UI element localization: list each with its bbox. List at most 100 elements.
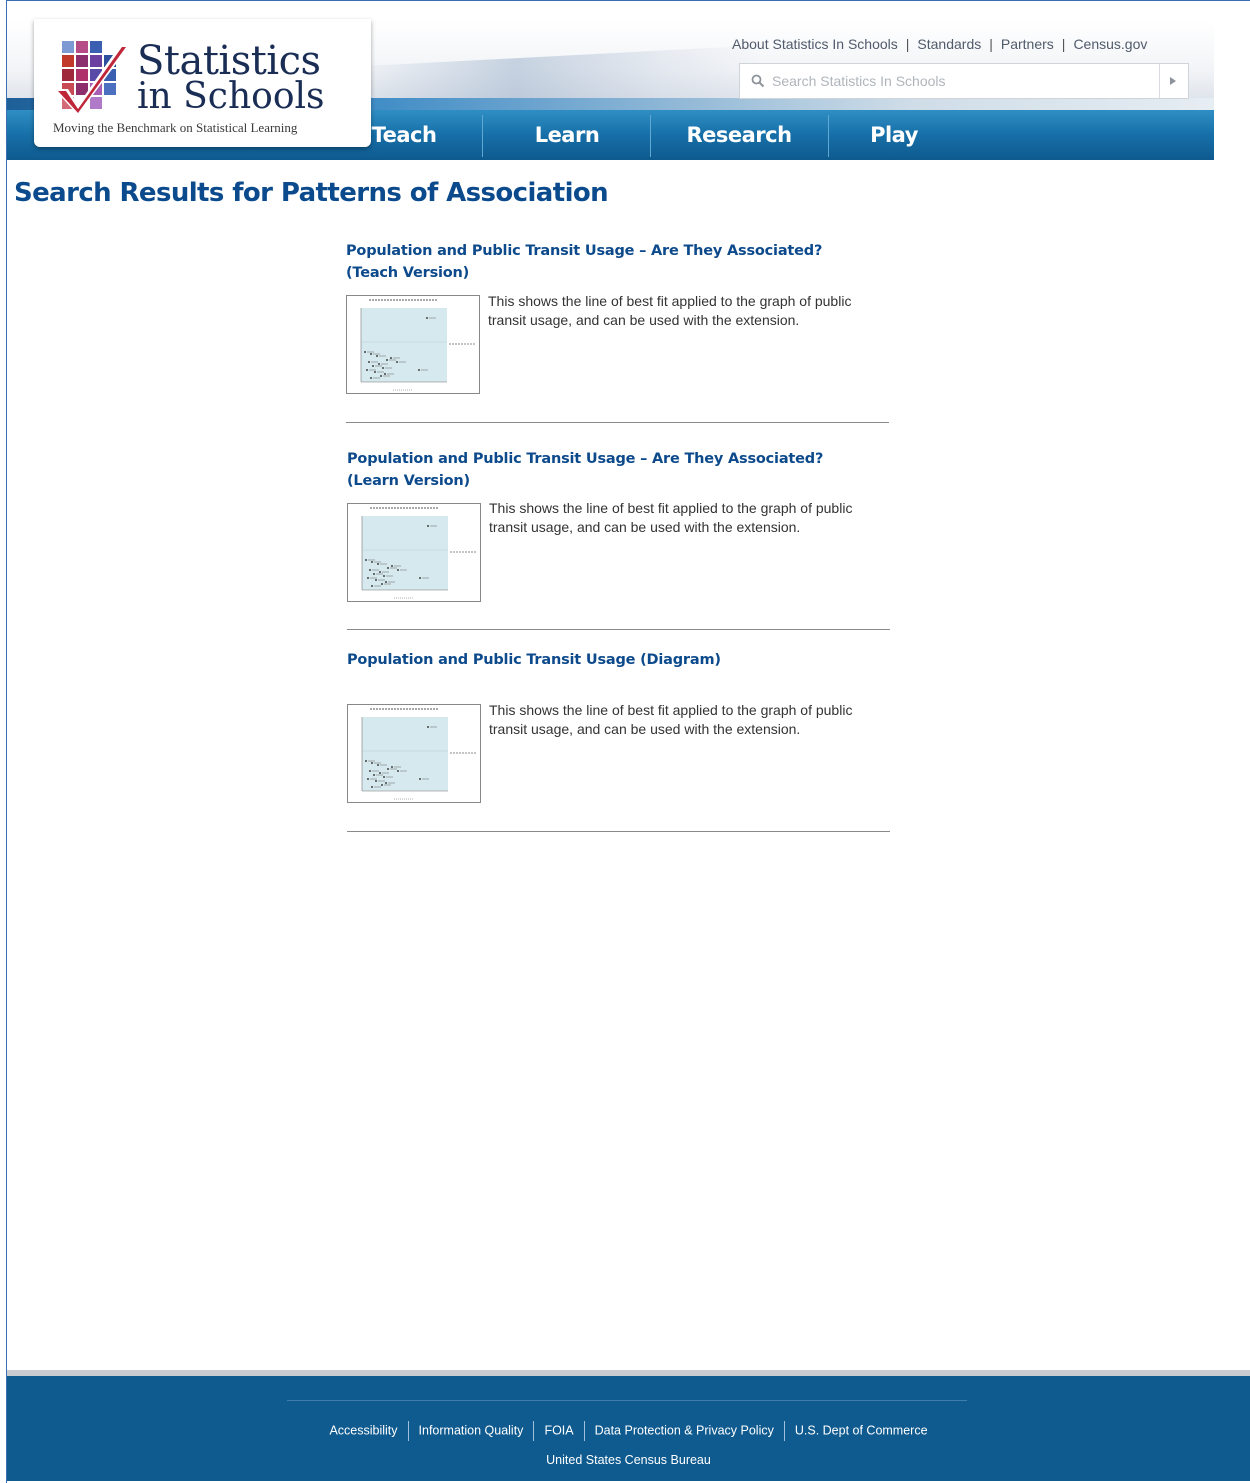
logo-title-line2: in Schools xyxy=(137,76,325,117)
preview-point xyxy=(387,768,389,770)
preview-point xyxy=(371,786,373,788)
result-divider xyxy=(347,831,890,832)
result-thumbnail[interactable] xyxy=(346,295,480,394)
preview-point xyxy=(427,525,429,527)
result-divider xyxy=(347,629,890,630)
result-divider xyxy=(346,422,889,423)
preview-plot-area xyxy=(362,516,448,590)
preview-plot-area xyxy=(362,717,448,791)
nav-research[interactable]: Research xyxy=(651,110,827,160)
preview-point xyxy=(365,760,367,762)
footer-divider xyxy=(287,1400,967,1401)
preview-point xyxy=(371,585,373,587)
result-thumbnail[interactable] xyxy=(347,503,481,602)
footer-link-separator xyxy=(783,1421,785,1441)
preview-plot-area xyxy=(361,308,447,382)
preview-point xyxy=(391,565,393,567)
link-separator: | xyxy=(905,36,910,52)
footer-link-separator xyxy=(583,1421,585,1441)
preview-point xyxy=(371,762,373,764)
preview-point xyxy=(391,766,393,768)
preview-point xyxy=(383,776,385,778)
preview-point xyxy=(375,780,377,782)
result-thumbnail[interactable] xyxy=(347,704,481,803)
site-logo[interactable]: Statistics in Schools Moving the Benchma… xyxy=(34,19,371,147)
page-title: Search Results for Patterns of Associati… xyxy=(14,178,609,208)
preview-point xyxy=(381,583,383,585)
preview-point xyxy=(419,778,421,780)
preview-point xyxy=(419,577,421,579)
chart-preview-image xyxy=(361,507,476,599)
footer-census-bureau: United States Census Bureau xyxy=(546,1453,711,1467)
link-partners[interactable]: Partners xyxy=(1001,36,1054,52)
preview-point xyxy=(371,561,373,563)
preview-point xyxy=(379,772,381,774)
search-icon xyxy=(751,74,765,88)
preview-point xyxy=(367,577,369,579)
preview-point xyxy=(384,373,386,375)
footer-link-dept-of-commerce[interactable]: U.S. Dept of Commerce xyxy=(795,1423,928,1437)
search-input[interactable] xyxy=(772,64,1152,98)
result-description: This shows the line of best fit applied … xyxy=(489,702,853,737)
preview-point xyxy=(427,726,429,728)
chart-preview-image xyxy=(361,708,476,800)
preview-point xyxy=(385,581,387,583)
search-result: Population and Public Transit Usage – Ar… xyxy=(347,448,891,630)
preview-point xyxy=(373,573,375,575)
site-footer: Accessibility Information Quality FOIA Data… xyxy=(7,1376,1250,1481)
preview-point xyxy=(397,770,399,772)
link-separator: | xyxy=(1061,36,1066,52)
preview-point xyxy=(378,363,380,365)
preview-point xyxy=(370,353,372,355)
footer-link-accessibility[interactable]: Accessibility xyxy=(329,1423,397,1437)
site-header: Teach Learn Research Play Statistics in … xyxy=(7,1,1214,160)
search-result: Population and Public Transit Usage (Dia… xyxy=(347,649,891,832)
preview-point xyxy=(374,371,376,373)
arrow-right-icon xyxy=(1170,77,1176,85)
preview-point xyxy=(396,361,398,363)
preview-point xyxy=(377,563,379,565)
preview-point xyxy=(372,365,374,367)
preview-point xyxy=(369,770,371,772)
nav-play[interactable]: Play xyxy=(829,110,959,160)
link-standards[interactable]: Standards xyxy=(917,36,981,52)
footer-link-foia[interactable]: FOIA xyxy=(544,1423,573,1437)
chart-preview-image xyxy=(360,299,475,391)
logo-mark-icon xyxy=(54,41,130,115)
footer-link-information-quality[interactable]: Information Quality xyxy=(419,1423,524,1437)
footer-links: Accessibility Information Quality FOIA Data… xyxy=(7,1421,1250,1441)
search-result: Population and Public Transit Usage – Ar… xyxy=(346,240,890,423)
link-about[interactable]: About Statistics In Schools xyxy=(732,36,898,52)
search-submit-button[interactable] xyxy=(1159,64,1188,98)
preview-point xyxy=(386,359,388,361)
result-description: This shows the line of best fit applied … xyxy=(489,500,853,535)
preview-point xyxy=(373,774,375,776)
footer-link-separator xyxy=(533,1421,535,1441)
preview-point xyxy=(370,377,372,379)
footer-link-separator xyxy=(407,1421,409,1441)
preview-point xyxy=(367,778,369,780)
result-description: This shows the line of best fit applied … xyxy=(488,293,852,328)
preview-point xyxy=(383,575,385,577)
preview-point xyxy=(366,369,368,371)
preview-point xyxy=(387,567,389,569)
preview-point xyxy=(375,579,377,581)
preview-point xyxy=(418,369,420,371)
preview-point xyxy=(382,367,384,369)
preview-point xyxy=(365,559,367,561)
preview-point xyxy=(377,764,379,766)
preview-point xyxy=(381,784,383,786)
footer-link-privacy-policy[interactable]: Data Protection & Privacy Policy xyxy=(595,1423,774,1437)
result-title-link[interactable]: Population and Public Transit Usage – Ar… xyxy=(346,240,846,284)
preview-point xyxy=(390,357,392,359)
search-box xyxy=(739,63,1189,99)
logo-tagline: Moving the Benchmark on Statistical Lear… xyxy=(53,120,298,135)
result-title-link[interactable]: Population and Public Transit Usage (Dia… xyxy=(347,649,847,671)
preview-point xyxy=(368,361,370,363)
nav-learn[interactable]: Learn xyxy=(483,110,651,160)
link-census-gov[interactable]: Census.gov xyxy=(1073,36,1147,52)
preview-point xyxy=(380,375,382,377)
result-title-link[interactable]: Population and Public Transit Usage – Ar… xyxy=(347,448,847,492)
preview-point xyxy=(426,317,428,319)
preview-point xyxy=(364,351,366,353)
